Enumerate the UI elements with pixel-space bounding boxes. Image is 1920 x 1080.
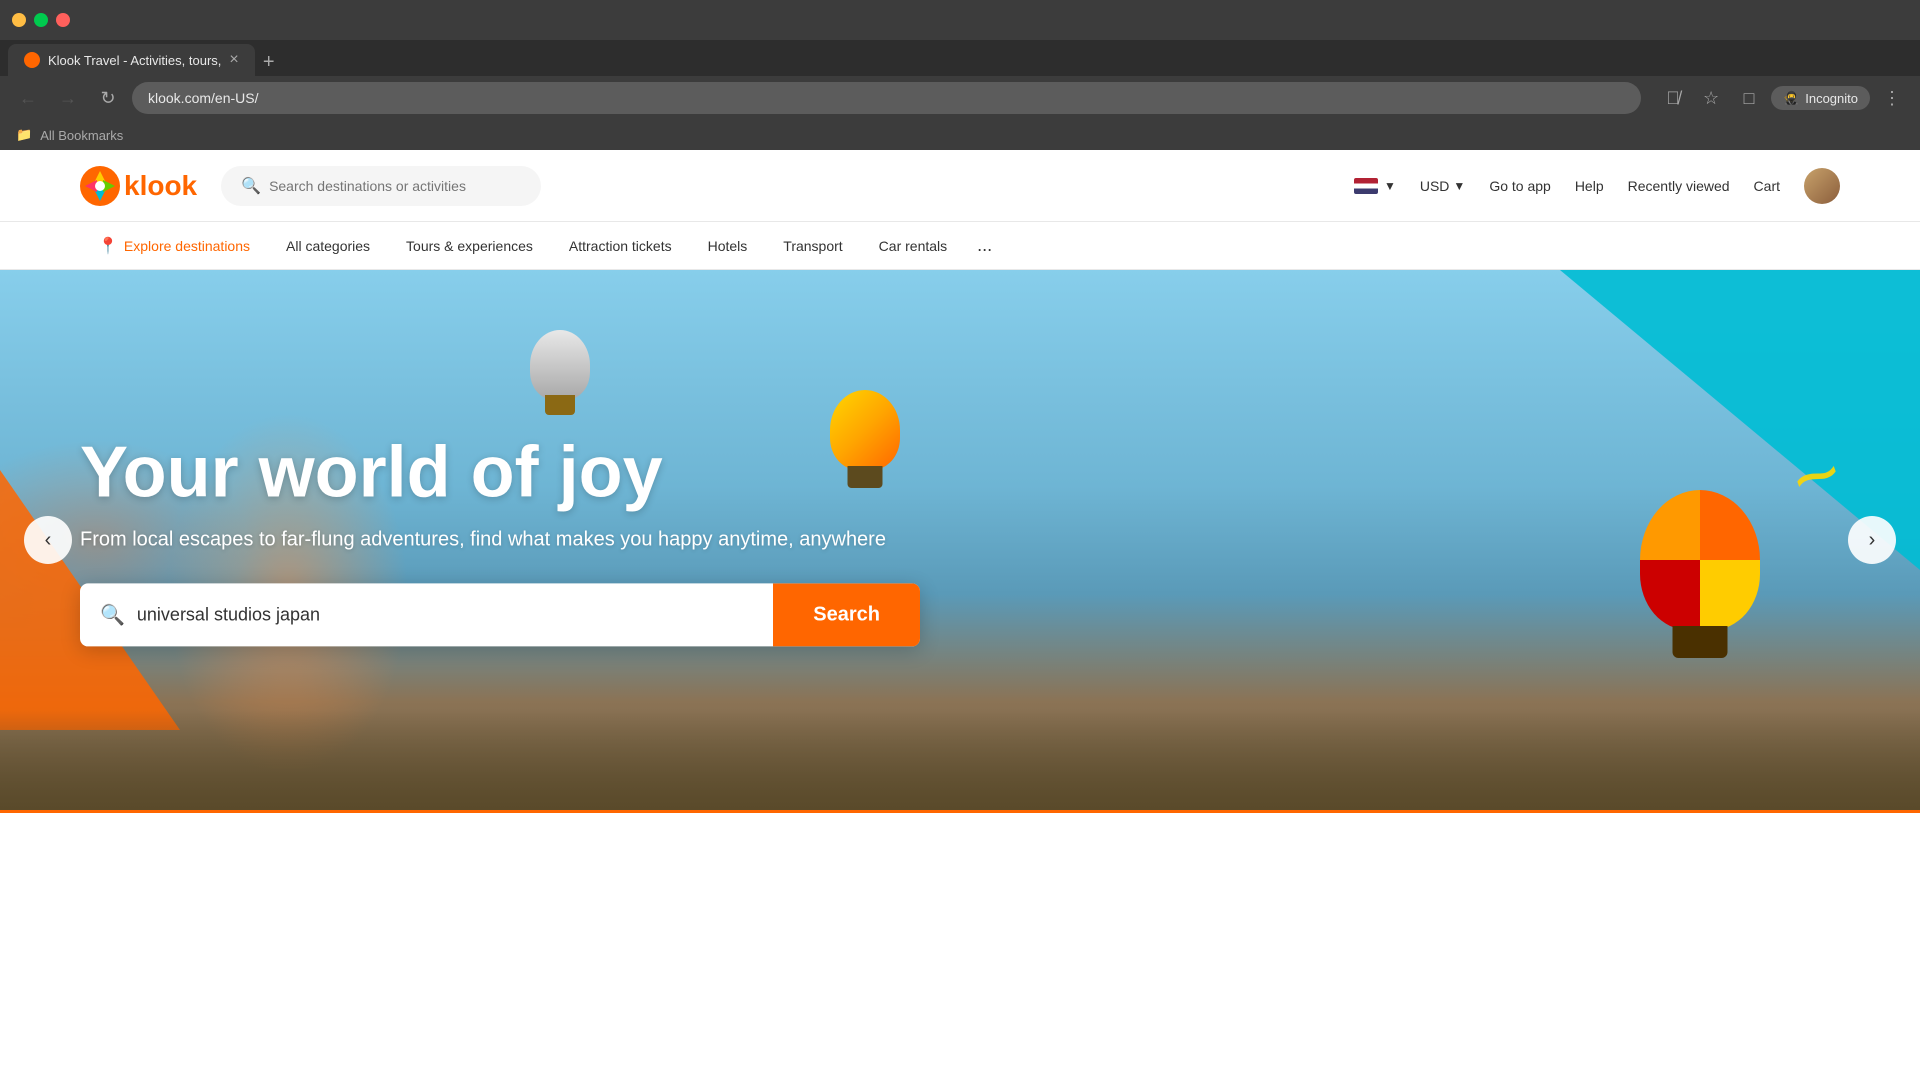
nav-item-explore[interactable]: 📍 Explore destinations	[80, 222, 268, 270]
hero-search-input-wrap: 🔍	[80, 585, 773, 646]
back-button[interactable]: ←	[12, 82, 44, 114]
hero-subtitle: From local escapes to far-flung adventur…	[80, 529, 920, 552]
balloon-1	[530, 330, 590, 400]
bookmarks-bar: 📁 All Bookmarks	[0, 120, 1920, 150]
search-icon: 🔍	[100, 603, 125, 628]
bookmarks-folder-icon: 📁	[16, 127, 32, 143]
us-flag-icon	[1354, 178, 1378, 194]
address-bar[interactable]	[132, 82, 1641, 114]
chevron-left-icon: ‹	[45, 529, 52, 552]
hero-title: Your world of joy	[80, 433, 920, 512]
currency-selector[interactable]: USD ▼	[1420, 178, 1465, 194]
bookmarks-label: All Bookmarks	[40, 128, 123, 143]
active-tab[interactable]: Klook Travel - Activities, tours, ×	[8, 44, 255, 76]
go-to-app-link[interactable]: Go to app	[1489, 178, 1551, 194]
nav-item-label: All categories	[286, 238, 370, 254]
nav-item-transport[interactable]: Transport	[765, 222, 860, 270]
klook-logo-icon	[80, 166, 120, 206]
help-link[interactable]: Help	[1575, 178, 1604, 194]
nav-item-hotels[interactable]: Hotels	[690, 222, 766, 270]
nav-item-label: Hotels	[708, 238, 748, 254]
header-search[interactable]: 🔍	[221, 166, 541, 206]
hero-next-button[interactable]: ›	[1848, 516, 1896, 564]
hero-section: ~ ‹ › Your world of joy From local escap…	[0, 270, 1920, 810]
nav-item-label: Explore destinations	[124, 238, 250, 254]
klook-logo[interactable]: klook	[80, 166, 197, 206]
maximize-button[interactable]	[34, 13, 48, 27]
currency-label: USD	[1420, 178, 1450, 194]
tab-title: Klook Travel - Activities, tours,	[48, 53, 221, 68]
incognito-icon: 🥷	[1783, 90, 1799, 106]
website: klook 🔍 ▼ USD ▼ Go to app Help Recently …	[0, 150, 1920, 890]
header-right: ▼ USD ▼ Go to app Help Recently viewed C…	[1354, 168, 1840, 204]
split-view-button[interactable]: □	[1733, 82, 1765, 114]
close-button[interactable]	[56, 13, 70, 27]
nav-item-tours[interactable]: Tours & experiences	[388, 222, 551, 270]
hide-eye-button[interactable]: 👁̸	[1657, 82, 1689, 114]
chevron-down-icon: ▼	[1453, 179, 1465, 193]
search-icon: 🔍	[241, 176, 261, 196]
balloon-3	[1640, 490, 1760, 630]
site-nav: 📍 Explore destinations All categories To…	[0, 222, 1920, 270]
recently-viewed-link[interactable]: Recently viewed	[1628, 178, 1730, 194]
forward-button[interactable]: →	[52, 82, 84, 114]
incognito-badge[interactable]: 🥷 Incognito	[1771, 86, 1870, 110]
window-controls	[12, 13, 70, 27]
page-bottom	[0, 810, 1920, 890]
incognito-label: Incognito	[1805, 91, 1858, 106]
header-search-input[interactable]	[269, 178, 521, 194]
hero-search-bar: 🔍 Search	[80, 584, 920, 647]
tab-close-button[interactable]: ×	[229, 51, 238, 69]
cart-link[interactable]: Cart	[1754, 178, 1780, 194]
bookmark-button[interactable]: ☆	[1695, 82, 1727, 114]
nav-item-label: Attraction tickets	[569, 238, 672, 254]
nav-item-label: Tours & experiences	[406, 238, 533, 254]
hero-search-button[interactable]: Search	[773, 584, 920, 647]
user-avatar[interactable]	[1804, 168, 1840, 204]
hero-search-input[interactable]	[137, 585, 753, 646]
logo-text: klook	[124, 170, 197, 202]
nav-item-label: Transport	[783, 238, 842, 254]
chevron-down-icon: ▼	[1384, 179, 1396, 193]
nav-item-car-rentals[interactable]: Car rentals	[861, 222, 965, 270]
browser-toolbar: ← → ↻ 👁̸ ☆ □ 🥷 Incognito ⋮	[0, 76, 1920, 120]
hero-ground	[0, 710, 1920, 810]
browser-titlebar	[0, 0, 1920, 40]
tab-favicon	[24, 52, 40, 68]
hero-content: Your world of joy From local escapes to …	[80, 433, 920, 646]
site-header: klook 🔍 ▼ USD ▼ Go to app Help Recently …	[0, 150, 1920, 222]
chevron-right-icon: ›	[1869, 529, 1876, 552]
toolbar-actions: 👁̸ ☆ □ 🥷 Incognito ⋮	[1657, 82, 1908, 114]
nav-item-label: Car rentals	[879, 238, 947, 254]
nav-item-attraction-tickets[interactable]: Attraction tickets	[551, 222, 690, 270]
browser-tabs: Klook Travel - Activities, tours, × +	[0, 40, 1920, 76]
reload-button[interactable]: ↻	[92, 82, 124, 114]
nav-item-all-categories[interactable]: All categories	[268, 222, 388, 270]
minimize-button[interactable]	[12, 13, 26, 27]
nav-more-button[interactable]: ...	[965, 222, 1004, 270]
hero-prev-button[interactable]: ‹	[24, 516, 72, 564]
menu-button[interactable]: ⋮	[1876, 82, 1908, 114]
location-icon: 📍	[98, 236, 118, 256]
browser-chrome: Klook Travel - Activities, tours, × + ← …	[0, 0, 1920, 150]
language-selector[interactable]: ▼	[1354, 178, 1396, 194]
new-tab-button[interactable]: +	[255, 48, 283, 76]
